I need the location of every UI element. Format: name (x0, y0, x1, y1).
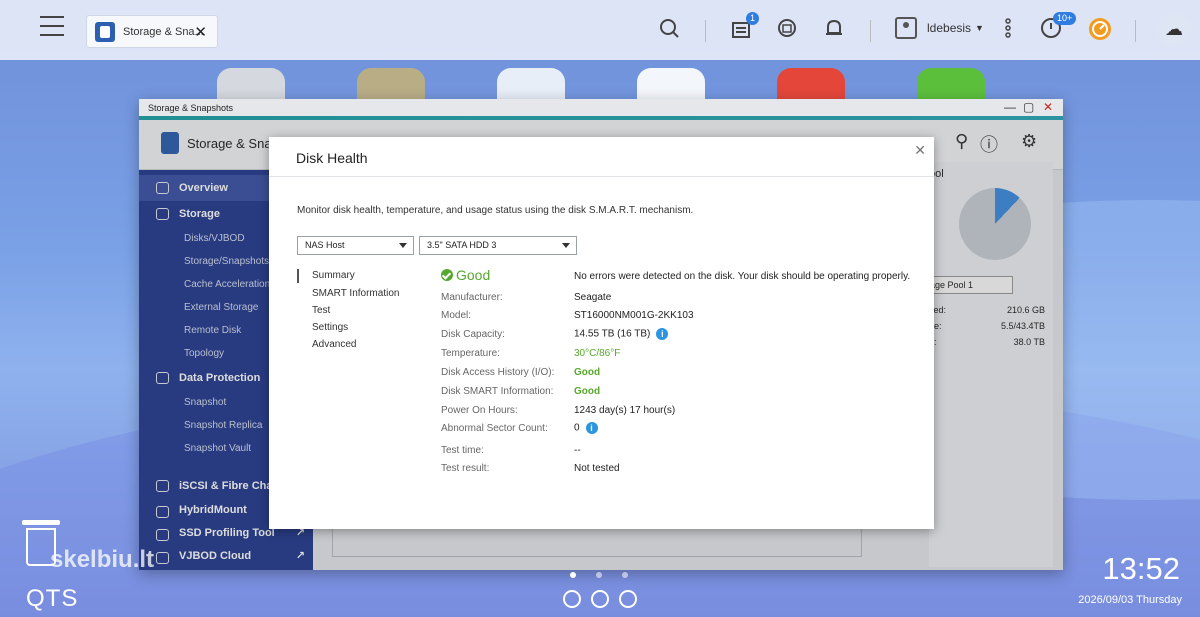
cloud-icon[interactable]: ☁ (1157, 12, 1191, 46)
storage-app-icon (95, 21, 115, 42)
qts-logo: QTS (26, 585, 79, 612)
divider (269, 176, 934, 177)
page-dot[interactable] (622, 572, 628, 578)
info-icon[interactable]: i (656, 328, 669, 340)
access-history-value: Good (574, 367, 601, 378)
more-options-icon[interactable] (996, 17, 1020, 41)
abnormal-sector-value: 0 (574, 422, 580, 434)
maximize-icon[interactable]: ▢ (1023, 100, 1034, 114)
sync-icon[interactable] (775, 17, 799, 41)
check-icon (441, 269, 453, 281)
manufacturer-label: Manufacturer: (441, 292, 503, 303)
dialog-description: Monitor disk health, temperature, and us… (297, 205, 694, 216)
info-icon[interactable]: i (585, 422, 598, 434)
abnormal-sector-label: Abnormal Sector Count: (441, 423, 548, 434)
temperature-label: Temperature: (441, 348, 500, 359)
nav-active-indicator (297, 269, 299, 283)
task-tab-storage[interactable]: Storage & Sna... ✕ (86, 15, 218, 48)
user-name: ldebesis (927, 21, 972, 35)
clock-date: 2026/09/03 Thursday (1078, 594, 1182, 606)
qfinder-icon[interactable] (563, 590, 581, 608)
user-menu[interactable]: ldebesis ▼ (895, 17, 984, 39)
nav-advanced[interactable]: Advanced (312, 339, 356, 350)
watermark: skelbiu.lt (50, 546, 155, 573)
abnormal-sector-row: 0i (574, 422, 598, 434)
host-select[interactable]: NAS Host (297, 236, 414, 255)
window-title-bar: Storage & Snapshots — ▢ ✕ (139, 99, 1063, 116)
task-tab-label: Storage & Sna... (123, 25, 204, 38)
capacity-label: Disk Capacity: (441, 329, 505, 340)
dialog-title: Disk Health (296, 150, 368, 166)
capacity-value: 14.55 TB (16 TB) (574, 328, 651, 340)
access-history-label: Disk Access History (I/O): (441, 367, 555, 378)
dock (563, 590, 637, 608)
test-result-label: Test result: (441, 463, 490, 474)
page-dot[interactable] (570, 572, 576, 578)
model-label: Model: (441, 310, 472, 321)
dashboard-icon[interactable] (1088, 17, 1112, 41)
power-on-label: Power On Hours: (441, 405, 518, 416)
nav-settings[interactable]: Settings (312, 322, 348, 333)
nav-test[interactable]: Test (312, 305, 330, 316)
power-on-value: 1243 day(s) 17 hour(s) (574, 405, 676, 416)
smart-info-label: Disk SMART Information: (441, 386, 554, 397)
divider (870, 20, 871, 42)
health-status: Good (441, 267, 490, 283)
bell-icon[interactable] (822, 17, 846, 41)
desktop-page-indicator (570, 572, 628, 578)
events-badge: 10+ (1053, 12, 1077, 25)
clock-time: 13:52 (1102, 551, 1180, 586)
search-icon[interactable] (657, 17, 681, 41)
test-result-value: Not tested (574, 463, 620, 474)
status-message: No errors were detected on the disk. You… (574, 271, 911, 282)
nav-summary[interactable]: Summary (312, 270, 355, 281)
minimize-icon[interactable]: — (1004, 100, 1016, 114)
utilities-icon[interactable] (619, 590, 637, 608)
divider (705, 20, 706, 42)
user-icon (895, 17, 917, 39)
notification-badge: 1 (746, 12, 760, 25)
mobile-apps-icon[interactable] (591, 590, 609, 608)
main-menu-icon[interactable] (40, 16, 64, 38)
close-icon[interactable]: ✕ (194, 23, 207, 41)
chevron-down-icon (562, 243, 570, 248)
disk-health-dialog: Disk Health ✕ Monitor disk health, tempe… (269, 137, 934, 529)
close-icon[interactable]: ✕ (914, 142, 926, 159)
close-window-icon[interactable]: ✕ (1043, 100, 1053, 114)
divider (1135, 20, 1136, 42)
model-value: ST16000NM001G-2KK103 (574, 310, 694, 321)
window-title: Storage & Snapshots (148, 103, 234, 113)
temperature-value: 30°C/86°F (574, 348, 621, 359)
page-dot[interactable] (596, 572, 602, 578)
capacity-value-row: 14.55 TB (16 TB) i (574, 328, 669, 340)
test-time-value: -- (574, 445, 581, 456)
chevron-down-icon (399, 243, 407, 248)
smart-info-value: Good (574, 386, 601, 397)
top-bar: Storage & Sna... ✕ 1 ldebesis ▼ 10+ ☁ (0, 0, 1200, 60)
test-time-label: Test time: (441, 445, 484, 456)
disk-select[interactable]: 3.5" SATA HDD 3 (419, 236, 577, 255)
chevron-down-icon: ▼ (975, 23, 984, 33)
manufacturer-value: Seagate (574, 292, 612, 303)
nav-smart-information[interactable]: SMART Information (312, 288, 399, 299)
